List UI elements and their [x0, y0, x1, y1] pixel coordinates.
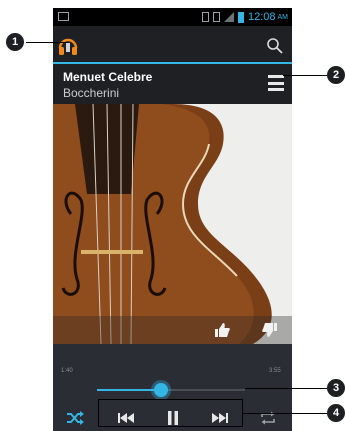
repeat-icon [261, 411, 275, 425]
seek-bar[interactable] [97, 383, 245, 397]
action-bar [53, 26, 292, 64]
music-player-screen: 12:08 AM Menuet Celebre Boccherini 1:40 … [53, 8, 292, 431]
status-clock-ampm: AM [277, 13, 289, 21]
menu-icon-bar [268, 75, 284, 78]
thumbs-up-icon [215, 323, 230, 337]
callout-4-line [243, 413, 327, 414]
gallery-notification-icon [58, 12, 69, 21]
status-bar: 12:08 AM [53, 8, 292, 26]
callout-2: 2 [327, 66, 345, 84]
total-time: 3:55 [269, 368, 281, 374]
track-header: Menuet Celebre Boccherini [53, 64, 292, 104]
battery-icon [237, 11, 244, 23]
callout-3-line [245, 388, 327, 389]
seek-bar-progress [97, 389, 161, 391]
transport-highlight-box [98, 399, 243, 427]
signal-icon [223, 12, 234, 22]
callout-1: 1 [6, 33, 24, 51]
callout-3: 3 [327, 379, 345, 397]
repeat-button[interactable] [258, 408, 278, 428]
menu-button[interactable] [268, 75, 284, 91]
status-icons: 12:08 AM [201, 9, 289, 25]
menu-icon-bar [268, 81, 284, 85]
rating-bar [53, 316, 292, 344]
bluetooth-icon [201, 12, 209, 22]
sim-icon [212, 12, 220, 22]
search-icon [267, 38, 283, 54]
thumbs-down-icon [262, 323, 277, 337]
callout-1-line [26, 42, 68, 43]
shuffle-button[interactable] [65, 408, 85, 428]
elapsed-time: 1:40 [61, 368, 73, 374]
track-title: Menuet Celebre [63, 70, 153, 84]
track-artist: Boccherini [63, 86, 120, 100]
menu-icon-bar [268, 88, 284, 91]
thumbs-up-button[interactable] [213, 321, 231, 339]
thumbs-down-button[interactable] [261, 321, 279, 339]
shuffle-icon [67, 411, 84, 425]
album-art [53, 104, 292, 344]
violin-image [53, 104, 292, 344]
search-button[interactable] [266, 37, 284, 55]
headphones-icon[interactable] [57, 35, 79, 57]
callout-2-line [283, 75, 327, 76]
status-clock: 12:08 [247, 11, 276, 23]
seek-bar-thumb[interactable] [153, 383, 168, 397]
callout-4: 4 [327, 404, 345, 422]
